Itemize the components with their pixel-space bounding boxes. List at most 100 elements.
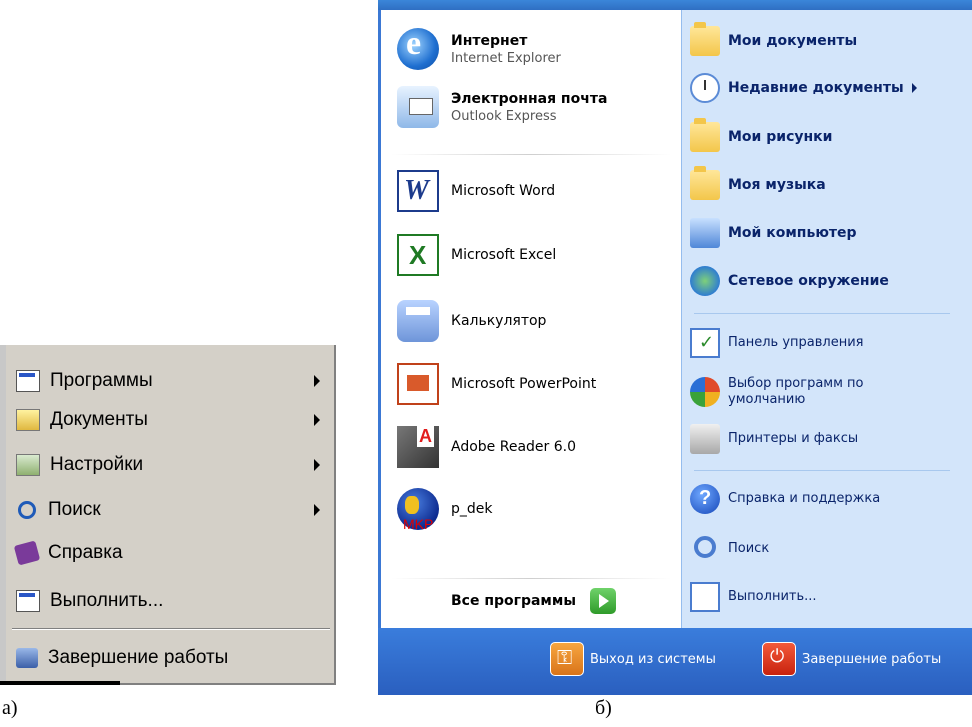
classic-start-menu: Программы Документы Настройки Поиск Спра… [0, 345, 336, 685]
power-icon [762, 642, 796, 676]
submenu-arrow-icon [911, 83, 917, 93]
pinned-internet[interactable]: Интернет Internet Explorer [397, 25, 561, 70]
xp-left-panel: Интернет Internet Explorer Электронная п… [378, 10, 681, 628]
recent-calculator[interactable]: Калькулятор [397, 300, 546, 342]
submenu-arrow-icon [314, 375, 320, 387]
mkp-badge: MKP [403, 516, 434, 532]
my-pictures-icon [690, 118, 720, 152]
key-icon [550, 642, 584, 676]
place-my-pictures[interactable]: Мои рисунки [690, 118, 833, 152]
pinned-subtitle: Internet Explorer [451, 50, 561, 66]
right-separator [694, 470, 950, 471]
place-network[interactable]: Сетевое окружение [690, 266, 889, 296]
classic-item-label: Завершение работы [48, 647, 229, 668]
classic-item-shutdown[interactable]: Завершение работы [16, 639, 326, 677]
classic-menu-shadow [0, 681, 120, 685]
recent-adobe-reader[interactable]: Adobe Reader 6.0 [397, 426, 576, 468]
pinned-text: Интернет Internet Explorer [451, 32, 561, 67]
pinned-email[interactable]: Электронная почта Outlook Express [397, 86, 607, 128]
tool-run[interactable]: Выполнить... [690, 582, 817, 612]
settings-label: Панель управления [728, 335, 864, 350]
place-label: Мои рисунки [728, 129, 833, 145]
recent-word[interactable]: Microsoft Word [397, 170, 555, 212]
network-icon [690, 266, 720, 296]
classic-item-run[interactable]: Выполнить... [16, 582, 326, 620]
settings-label: Принтеры и факсы [728, 431, 859, 446]
powerpoint-icon [397, 363, 439, 405]
logoff-button[interactable]: Выход из системы [550, 642, 716, 676]
place-recent-documents[interactable]: Недавние документы [690, 73, 917, 103]
settings-default-programs[interactable]: Выбор программ по умолчанию [690, 376, 888, 408]
place-label: Моя музыка [728, 177, 826, 193]
recent-documents-icon [690, 73, 720, 103]
settings-icon [16, 454, 40, 476]
pinned-subtitle: Outlook Express [451, 108, 557, 124]
classic-item-programs[interactable]: Программы [16, 362, 326, 400]
recent-title: Microsoft Excel [451, 247, 557, 263]
pinned-text: Электронная почта Outlook Express [451, 90, 607, 125]
classic-item-label: Программы [50, 370, 153, 391]
left-separator [391, 154, 671, 155]
recent-excel[interactable]: Microsoft Excel [397, 234, 556, 276]
logoff-label: Выход из системы [590, 651, 716, 667]
submenu-arrow-icon [314, 414, 320, 426]
run-icon [690, 582, 720, 612]
documents-icon [16, 409, 40, 431]
search-icon [690, 534, 720, 564]
right-separator [694, 313, 950, 314]
place-my-documents[interactable]: Мои документы [690, 22, 857, 56]
recent-title: Калькулятор [451, 313, 547, 329]
my-documents-icon [690, 22, 720, 56]
place-label: Сетевое окружение [728, 273, 889, 289]
recent-powerpoint[interactable]: Microsoft PowerPoint [397, 363, 596, 405]
recent-title: Microsoft PowerPoint [451, 376, 597, 392]
classic-item-documents[interactable]: Документы [16, 401, 326, 439]
place-label: Мой компьютер [728, 225, 857, 241]
green-arrow-icon [589, 588, 616, 614]
settings-printers[interactable]: Принтеры и факсы [690, 424, 858, 454]
run-icon [16, 590, 40, 612]
tool-label: Справка и поддержка [728, 491, 881, 506]
shutdown-button[interactable]: Завершение работы [762, 642, 941, 676]
globe-icon: MKP [397, 488, 439, 532]
recent-title: p_dek [451, 501, 493, 517]
recent-title: Adobe Reader 6.0 [451, 439, 576, 455]
settings-control-panel[interactable]: Панель управления [690, 328, 864, 358]
classic-item-help[interactable]: Справка [13, 534, 326, 572]
all-programs-button[interactable]: Все программы [451, 588, 616, 614]
control-panel-icon [690, 328, 720, 358]
classic-menu-side-strip [0, 345, 6, 683]
place-my-computer[interactable]: Мой компьютер [690, 218, 857, 248]
xp-bottom-bar: Выход из системы Завершение работы [378, 628, 972, 695]
pinned-title: Электронная почта [451, 90, 608, 107]
classic-item-settings[interactable]: Настройки [16, 446, 326, 484]
xp-top-bar [378, 0, 972, 10]
tool-label: Поиск [728, 541, 770, 556]
place-my-music[interactable]: Моя музыка [690, 166, 826, 200]
caption-a: а) [2, 697, 18, 719]
submenu-arrow-icon [314, 504, 320, 516]
classic-item-search[interactable]: Поиск [16, 491, 326, 529]
search-icon [16, 500, 38, 520]
recent-p-dek[interactable]: MKP p_dek [397, 488, 493, 532]
xp-right-panel: Мои документы Недавние документы Мои рис… [681, 10, 972, 628]
programs-icon [16, 370, 40, 392]
my-computer-icon [690, 218, 720, 248]
classic-item-label: Настройки [50, 454, 144, 475]
pinned-title: Интернет [451, 32, 528, 49]
help-book-icon [13, 540, 41, 566]
classic-menu-separator [12, 628, 330, 630]
default-programs-icon [690, 377, 720, 407]
settings-label: Выбор программ по умолчанию [728, 376, 864, 407]
tool-help-support[interactable]: Справка и поддержка [690, 484, 880, 514]
all-programs-label: Все программы [451, 593, 576, 609]
place-label: Недавние документы [728, 80, 904, 96]
internet-explorer-icon [397, 25, 439, 70]
xp-start-menu: Интернет Internet Explorer Электронная п… [378, 0, 972, 695]
excel-icon [397, 234, 439, 276]
tool-search[interactable]: Поиск [690, 534, 769, 564]
classic-item-label: Поиск [48, 499, 101, 520]
submenu-arrow-icon [314, 459, 320, 471]
left-separator [391, 578, 671, 579]
caption-b: б) [595, 697, 612, 719]
